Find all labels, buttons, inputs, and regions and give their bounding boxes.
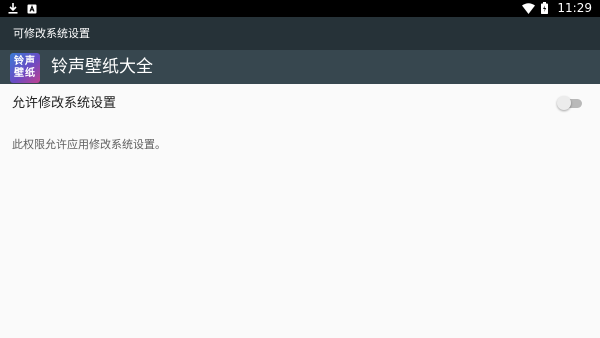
app-notification-icon (27, 0, 37, 18)
app-header: 铃声 壁纸 铃声壁纸大全 (0, 50, 600, 84)
permission-toggle[interactable] (557, 96, 583, 110)
setting-label: 允许修改系统设置 (12, 96, 117, 111)
status-left-icons (8, 0, 37, 17)
wifi-icon (522, 0, 536, 18)
battery-icon (541, 0, 549, 18)
status-time: 11:29 (557, 1, 592, 15)
page-title: 可修改系统设置 (13, 27, 90, 40)
app-name: 铃声壁纸大全 (51, 57, 153, 77)
app-icon: 铃声 壁纸 (10, 53, 40, 83)
download-icon (8, 0, 18, 18)
title-bar: 可修改系统设置 (0, 17, 600, 50)
status-right-icons: 11:29 (522, 0, 592, 17)
app-icon-text-line2: 壁纸 (14, 68, 36, 79)
status-bar: 11:29 (0, 0, 600, 17)
toggle-thumb (557, 96, 571, 110)
setting-row-modify-system-settings[interactable]: 允许修改系统设置 (0, 84, 600, 124)
app-icon-text-line1: 铃声 (14, 56, 36, 67)
setting-description: 此权限允许应用修改系统设置。 (12, 138, 166, 151)
